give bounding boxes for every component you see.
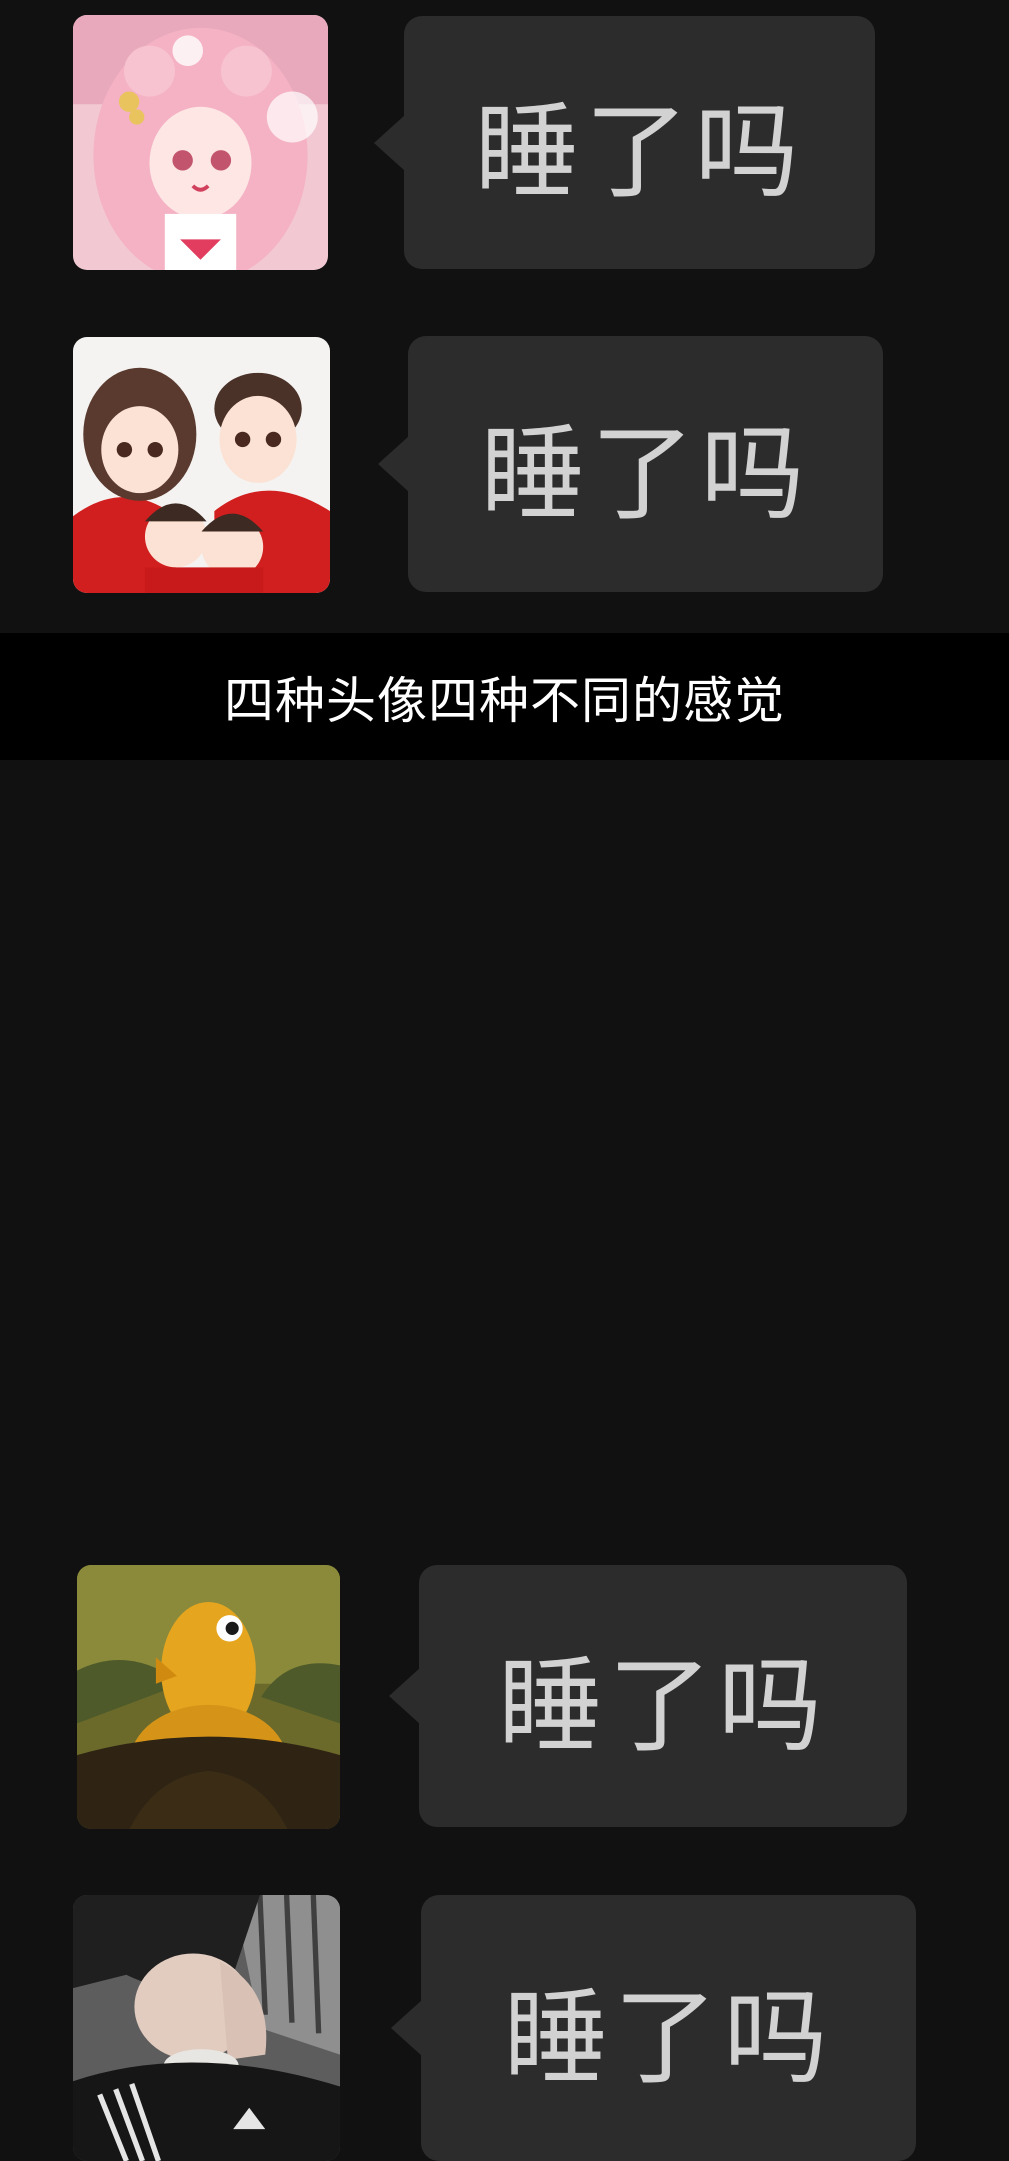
chat-panel-top: 睡了吗 睡了吗 [0,0,1009,633]
message-bubble-2[interactable]: 睡了吗 [378,336,883,592]
message-bubble-4[interactable]: 睡了吗 [391,1895,916,2161]
message-bubble-3[interactable]: 睡了吗 [389,1565,907,1827]
duck-mona-lisa-image [77,1565,340,1829]
duck-mona-lisa-avatar[interactable] [77,1565,340,1829]
anime-princess-image [73,15,328,270]
message-bubble-1[interactable]: 睡了吗 [374,16,875,269]
message-text-2: 睡了吗 [480,412,811,535]
cartoon-family-image [73,337,330,593]
anime-princess-avatar[interactable] [73,15,328,270]
cartoon-family-avatar[interactable] [73,337,330,593]
caption-text: 四种头像四种不同的感觉 [224,671,785,730]
boy-selfie-image [73,1895,340,2161]
chat-panel-bottom: 睡了吗 睡了吗 [0,760,1009,2161]
message-text-4: 睡了吗 [503,1976,834,2099]
boy-selfie-avatar[interactable] [73,1895,340,2161]
message-text-1: 睡了吗 [474,91,805,213]
message-text-3: 睡了吗 [497,1644,828,1767]
caption-banner: 四种头像四种不同的感觉 [0,633,1009,760]
